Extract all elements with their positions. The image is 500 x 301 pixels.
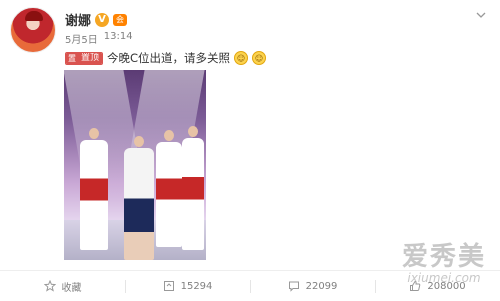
post-meta: 5月5日 13:14 [65, 31, 133, 46]
weibo-post-card: 谢娜 V 会 5月5日 13:14 置 置顶 今晚C位出道，请多关照 ☺ ☺ 爱… [0, 0, 500, 301]
author-row: 谢娜 V 会 [65, 10, 128, 29]
favorite-button[interactable]: 收藏 [0, 271, 125, 301]
verified-icon: V [95, 12, 110, 27]
comment-count: 22099 [305, 280, 338, 292]
like-button[interactable]: 208000 [375, 271, 500, 301]
action-bar: 收藏 15294 22099 208000 [0, 270, 500, 301]
dancer [156, 130, 182, 247]
vip-icon: 会 [113, 13, 128, 26]
star-icon [43, 280, 56, 292]
watermark-title: 爱秀美 [401, 242, 486, 272]
post-content: 置 置顶 今晚C位出道，请多关照 ☺ ☺ [65, 50, 267, 66]
avatar-hat [25, 11, 43, 21]
pinned-label: 置顶 [78, 52, 103, 64]
pin-icon: 置 [66, 52, 78, 64]
pinned-badge: 置 置顶 [65, 51, 104, 65]
like-count: 208000 [427, 280, 466, 292]
author-name[interactable]: 谢娜 [65, 10, 91, 29]
post-text: 今晚C位出道，请多关照 [107, 51, 231, 65]
post-date[interactable]: 5月5日 [65, 31, 98, 46]
repost-button[interactable]: 15294 [125, 271, 250, 301]
smile-emoji-icon: ☺ [252, 51, 267, 65]
like-icon [410, 280, 421, 291]
favorite-label: 收藏 [61, 282, 82, 294]
repost-count: 15294 [180, 280, 213, 292]
smile-emoji-icon: ☺ [234, 51, 249, 65]
post-time: 13:14 [103, 31, 133, 42]
main-performer [124, 136, 154, 260]
post-photo[interactable] [64, 70, 206, 260]
chevron-down-icon[interactable] [476, 10, 486, 20]
avatar[interactable] [10, 7, 56, 53]
comment-icon [288, 281, 299, 292]
comment-button[interactable]: 22099 [250, 271, 375, 301]
dancer [80, 128, 108, 250]
dancer [182, 126, 204, 250]
repost-icon [163, 281, 174, 291]
